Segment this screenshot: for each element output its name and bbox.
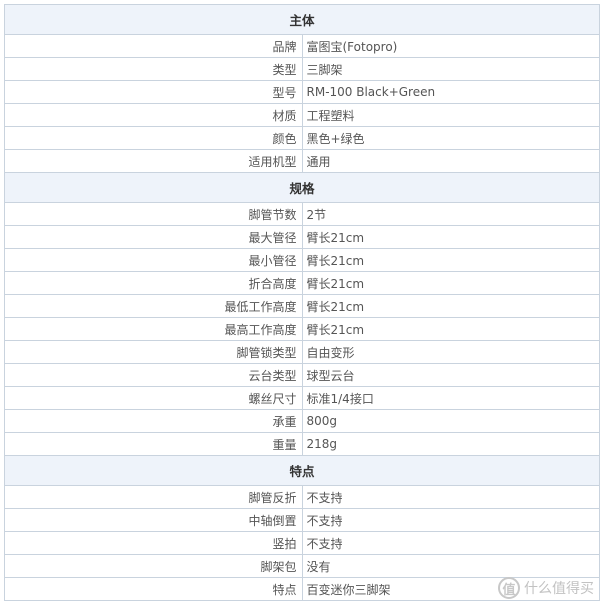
spec-value: 黑色+绿色 [301, 126, 600, 150]
smzdm-logo-icon: 值 [498, 577, 520, 599]
section-title: 规格 [4, 172, 600, 203]
spec-value: 218g [301, 432, 600, 456]
spec-value: 不支持 [301, 531, 600, 555]
spec-row: 云台类型 球型云台 [4, 363, 600, 387]
spec-label: 云台类型 [4, 363, 303, 387]
spec-row: 最高工作高度 臂长21cm [4, 317, 600, 341]
spec-label: 品牌 [4, 34, 303, 58]
spec-label: 颜色 [4, 126, 303, 150]
spec-label: 螺丝尺寸 [4, 386, 303, 410]
spec-row: 承重 800g [4, 409, 600, 433]
spec-label: 重量 [4, 432, 303, 456]
spec-label: 最小管径 [4, 248, 303, 272]
spec-value: 800g [301, 409, 600, 433]
spec-label: 最低工作高度 [4, 294, 303, 318]
spec-value: 不支持 [301, 508, 600, 532]
spec-row: 折合高度 臂长21cm [4, 271, 600, 295]
spec-value: 球型云台 [301, 363, 600, 387]
spec-label: 型号 [4, 80, 303, 104]
site-watermark: 值 什么值得买 [498, 577, 594, 599]
spec-label: 最大管径 [4, 225, 303, 249]
spec-label: 脚管锁类型 [4, 340, 303, 364]
spec-value: 臂长21cm [301, 317, 600, 341]
spec-label: 折合高度 [4, 271, 303, 295]
spec-row: 最小管径 臂长21cm [4, 248, 600, 272]
spec-row: 脚架包 没有 [4, 554, 600, 578]
watermark-text: 什么值得买 [524, 581, 594, 597]
spec-label: 竖拍 [4, 531, 303, 555]
spec-value: 不支持 [301, 485, 600, 509]
spec-row: 颜色 黑色+绿色 [4, 126, 600, 150]
spec-label: 特点 [4, 577, 303, 601]
spec-value: 2节 [301, 202, 600, 226]
spec-row: 螺丝尺寸 标准1/4接口 [4, 386, 600, 410]
spec-row: 中轴倒置 不支持 [4, 508, 600, 532]
spec-label: 中轴倒置 [4, 508, 303, 532]
spec-value: 自由变形 [301, 340, 600, 364]
spec-row: 脚管节数 2节 [4, 202, 600, 226]
section-title: 主体 [4, 4, 600, 35]
spec-row: 最大管径 臂长21cm [4, 225, 600, 249]
spec-row: 材质 工程塑料 [4, 103, 600, 127]
spec-row: 竖拍 不支持 [4, 531, 600, 555]
spec-row: 品牌 富图宝(Fotopro) [4, 34, 600, 58]
spec-label: 适用机型 [4, 149, 303, 173]
spec-value: 臂长21cm [301, 294, 600, 318]
spec-table: 主体 品牌 富图宝(Fotopro) 类型 三脚架 型号 RM-100 Blac… [4, 4, 600, 601]
spec-value: 三脚架 [301, 57, 600, 81]
section-header: 规格 [4, 172, 600, 203]
spec-row: 适用机型 通用 [4, 149, 600, 173]
spec-label: 脚管节数 [4, 202, 303, 226]
section-header: 主体 [4, 4, 600, 35]
spec-label: 承重 [4, 409, 303, 433]
spec-label: 脚管反折 [4, 485, 303, 509]
spec-value: 富图宝(Fotopro) [301, 34, 600, 58]
spec-value: 工程塑料 [301, 103, 600, 127]
spec-value: 臂长21cm [301, 271, 600, 295]
section-header: 特点 [4, 455, 600, 486]
spec-label: 材质 [4, 103, 303, 127]
spec-row: 重量 218g [4, 432, 600, 456]
spec-value: RM-100 Black+Green [301, 80, 600, 104]
spec-label: 类型 [4, 57, 303, 81]
spec-row: 类型 三脚架 [4, 57, 600, 81]
spec-label: 最高工作高度 [4, 317, 303, 341]
spec-value: 没有 [301, 554, 600, 578]
spec-value: 标准1/4接口 [301, 386, 600, 410]
spec-label: 脚架包 [4, 554, 303, 578]
spec-value: 臂长21cm [301, 248, 600, 272]
spec-row: 型号 RM-100 Black+Green [4, 80, 600, 104]
spec-value: 臂长21cm [301, 225, 600, 249]
spec-row: 最低工作高度 臂长21cm [4, 294, 600, 318]
spec-row: 脚管反折 不支持 [4, 485, 600, 509]
spec-value: 通用 [301, 149, 600, 173]
spec-row: 脚管锁类型 自由变形 [4, 340, 600, 364]
section-title: 特点 [4, 455, 600, 486]
